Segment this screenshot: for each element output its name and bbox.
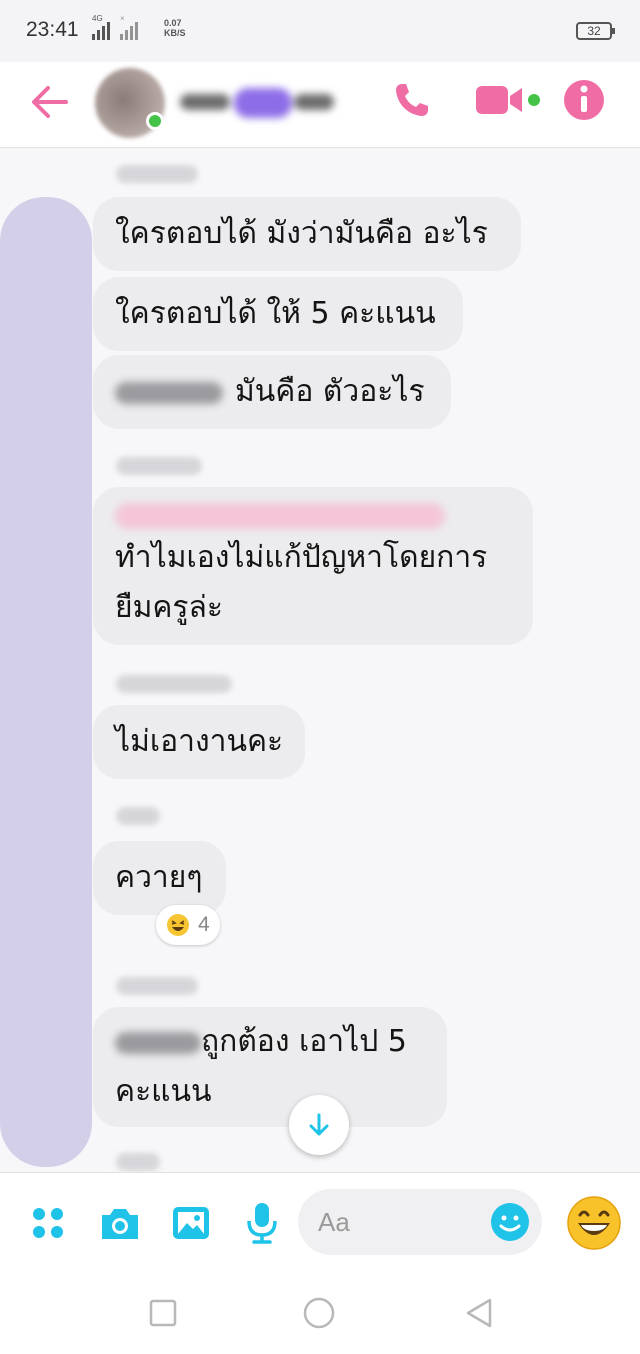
- message-text: ยืมครูล่ะ: [115, 590, 224, 625]
- status-time: 23:41: [26, 18, 79, 41]
- redacted-mention: [115, 503, 445, 529]
- info-icon: [564, 80, 604, 120]
- quick-reaction-button[interactable]: [566, 1195, 622, 1251]
- message-bubble[interactable]: ควายๆ: [93, 841, 226, 915]
- message-bubble[interactable]: มันคือ ตัวอะไร: [93, 355, 451, 429]
- message-text: ใครตอบได้ ให้ 5 คะแนน: [115, 296, 436, 331]
- message-text: มันคือ ตัวอะไร: [235, 374, 425, 409]
- info-button[interactable]: [560, 76, 608, 124]
- microphone-icon: [247, 1203, 277, 1244]
- message-bubble[interactable]: ถูกต้อง เอาไป 5 คะแนน: [93, 1007, 447, 1127]
- triangle-back-icon: [466, 1298, 492, 1328]
- call-button[interactable]: [388, 76, 436, 124]
- menu-dots-icon: [33, 1208, 63, 1238]
- message-bubble[interactable]: ไม่เอางานคะ: [93, 705, 305, 779]
- redacted-mention: [115, 381, 223, 404]
- avatar-column-redacted: [0, 197, 92, 1167]
- arrow-down-icon: [309, 1113, 329, 1136]
- message-composer: [0, 1172, 640, 1270]
- recents-button[interactable]: [146, 1296, 180, 1330]
- video-call-button[interactable]: [474, 76, 544, 124]
- square-recents-icon: [149, 1299, 177, 1327]
- image-icon: [173, 1207, 209, 1239]
- laughing-face-icon: [167, 914, 189, 936]
- camera-button[interactable]: [98, 1203, 142, 1247]
- gallery-button[interactable]: [170, 1203, 212, 1247]
- voice-button[interactable]: [244, 1201, 280, 1249]
- sender-name-blurred: [116, 977, 198, 995]
- sender-name-blurred: [116, 1153, 160, 1171]
- home-button[interactable]: [302, 1296, 336, 1330]
- message-text: ถูกต้อง เอาไป 5: [201, 1024, 407, 1059]
- online-status-dot: [146, 112, 164, 130]
- message-list[interactable]: ใครตอบได้ มังว่ามันคือ อะไร ใครตอบได้ ให…: [0, 149, 640, 1172]
- message-text: ไม่เอางานคะ: [115, 724, 284, 759]
- message-input-container[interactable]: [298, 1189, 542, 1255]
- message-text: ควายๆ: [115, 860, 203, 895]
- battery-icon: 32: [576, 22, 615, 40]
- signal-icon: 4G: [92, 14, 110, 40]
- message-text: ทำไมเองไม่แก้ปัญหาโดยการ: [115, 540, 488, 575]
- contact-name-blurred[interactable]: [180, 84, 340, 124]
- phone-icon: [396, 84, 428, 116]
- network-speed: 0.07 KB/S: [164, 18, 186, 38]
- reaction-badge[interactable]: 4: [156, 905, 220, 945]
- message-text: คะแนน: [115, 1074, 212, 1109]
- circle-home-icon: [303, 1297, 335, 1329]
- video-camera-icon: [476, 86, 540, 114]
- chat-header: [0, 62, 640, 148]
- smiley-icon: [491, 1203, 529, 1241]
- sender-name-blurred: [116, 675, 232, 693]
- sender-name-blurred: [116, 165, 198, 183]
- status-bar: 23:41 4G × 0.07 KB/S 32: [0, 0, 640, 62]
- network-type-label: 4G: [92, 14, 103, 23]
- emoji-picker-button[interactable]: [490, 1202, 530, 1242]
- message-bubble[interactable]: ใครตอบได้ ให้ 5 คะแนน: [93, 277, 463, 351]
- message-bubble[interactable]: ใครตอบได้ มังว่ามันคือ อะไร: [93, 197, 521, 271]
- sender-name-blurred: [116, 807, 160, 825]
- more-actions-button[interactable]: [30, 1205, 66, 1245]
- sender-name-blurred: [116, 457, 202, 475]
- scroll-to-bottom-button[interactable]: [289, 1095, 349, 1155]
- camera-icon: [102, 1209, 138, 1239]
- redacted-mention: [115, 1031, 201, 1054]
- system-nav-bar: [0, 1270, 640, 1354]
- signal-icon-secondary: ×: [120, 14, 138, 40]
- back-button[interactable]: [26, 78, 74, 126]
- arrow-left-icon: [32, 86, 68, 118]
- reaction-count: 4: [198, 913, 210, 936]
- grinning-emoji-icon: [567, 1196, 621, 1250]
- message-bubble[interactable]: ทำไมเองไม่แก้ปัญหาโดยการ ยืมครูล่ะ: [93, 487, 533, 645]
- signal-indicators: 4G ×: [92, 14, 138, 40]
- message-input[interactable]: [318, 1201, 478, 1243]
- message-text: ใครตอบได้ มังว่ามันคือ อะไร: [115, 216, 488, 251]
- back-nav-button[interactable]: [462, 1296, 496, 1330]
